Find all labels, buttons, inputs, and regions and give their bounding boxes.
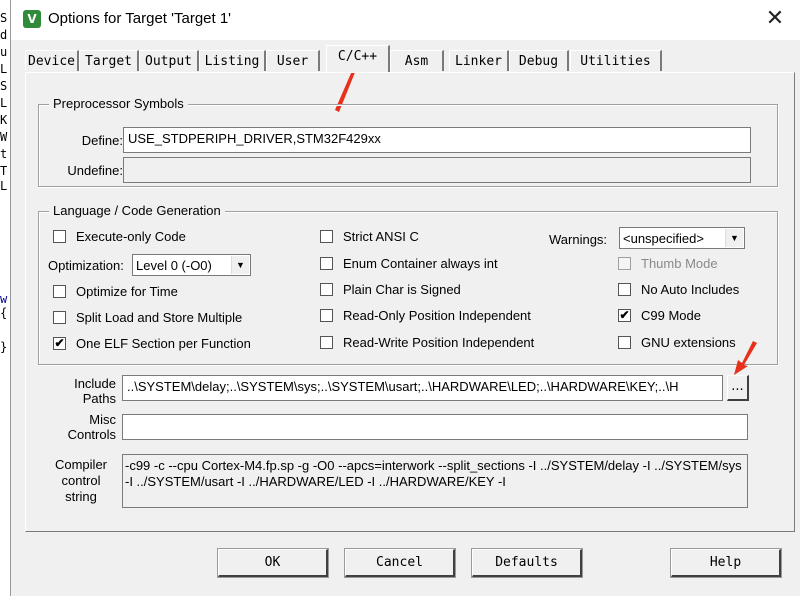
editor-glyph: T bbox=[0, 164, 8, 178]
close-icon[interactable]: ✕ bbox=[763, 7, 787, 31]
define-input[interactable]: USE_STDPERIPH_DRIVER,STM32F429xx bbox=[123, 127, 751, 153]
editor-glyph: d bbox=[0, 28, 8, 42]
misc-label-line2: Controls bbox=[67, 427, 116, 442]
enum-container-label: Enum Container always int bbox=[343, 256, 498, 271]
editor-glyph: u bbox=[0, 45, 8, 59]
undefine-input[interactable] bbox=[123, 157, 751, 183]
strict-ansi-label: Strict ANSI C bbox=[343, 229, 419, 244]
include-label-line2: Paths bbox=[82, 391, 116, 406]
include-label-line1: Include bbox=[74, 376, 116, 391]
strict-ansi-box bbox=[320, 230, 333, 243]
tab-linker[interactable]: Linker bbox=[449, 50, 509, 71]
chevron-down-icon: ▼ bbox=[725, 229, 743, 247]
gnu-extensions-box bbox=[618, 336, 631, 349]
help-button[interactable]: Help bbox=[670, 548, 782, 578]
misc-controls-input[interactable] bbox=[122, 414, 748, 440]
no-auto-includes-label: No Auto Includes bbox=[641, 282, 740, 297]
compiler-control-label: Compiler control string bbox=[46, 457, 116, 505]
thumb-mode-box bbox=[618, 257, 631, 270]
no-auto-includes-box bbox=[618, 283, 631, 296]
tab-asm[interactable]: Asm bbox=[390, 50, 444, 71]
read-only-pi-box bbox=[320, 309, 333, 322]
read-only-pi-label: Read-Only Position Independent bbox=[343, 308, 531, 323]
editor-glyph: } bbox=[0, 340, 8, 354]
optimization-value: Level 0 (-O0) bbox=[136, 258, 212, 273]
optimize-time-box bbox=[53, 285, 66, 298]
compiler-label-line3: string bbox=[65, 489, 97, 504]
codegen-group: Language / Code Generation Execute-only … bbox=[38, 203, 778, 365]
read-write-pi-label: Read-Write Position Independent bbox=[343, 335, 535, 350]
include-paths-label: Include Paths bbox=[46, 376, 116, 406]
undefine-label: Undefine: bbox=[67, 163, 123, 178]
optimize-time-label: Optimize for Time bbox=[76, 284, 178, 299]
optimization-label: Optimization: bbox=[48, 258, 124, 273]
plain-char-label: Plain Char is Signed bbox=[343, 282, 461, 297]
preprocessor-group-title: Preprocessor Symbols bbox=[49, 96, 188, 111]
compiler-control-string: -c99 -c --cpu Cortex-M4.fp.sp -g -O0 --a… bbox=[122, 454, 748, 508]
chevron-down-icon: ▼ bbox=[231, 256, 249, 274]
ok-button[interactable]: OK bbox=[217, 548, 329, 578]
keil-app-icon: V bbox=[23, 10, 41, 28]
editor-glyph: S bbox=[0, 11, 8, 25]
editor-glyph: t bbox=[0, 147, 8, 161]
plain-char-box bbox=[320, 283, 333, 296]
misc-label-line1: Misc bbox=[89, 412, 116, 427]
execute-only-box bbox=[53, 230, 66, 243]
cancel-button[interactable]: Cancel bbox=[344, 548, 456, 578]
tab-debug[interactable]: Debug bbox=[509, 50, 569, 71]
codegen-group-title: Language / Code Generation bbox=[49, 203, 225, 218]
editor-glyph: W bbox=[0, 130, 8, 144]
tab-c-cpp[interactable]: C/C++ bbox=[326, 45, 390, 72]
background-editor-strip: S d u L S L K W t T L w { } bbox=[0, 0, 10, 596]
tab-utilities[interactable]: Utilities bbox=[570, 50, 662, 71]
read-write-pi-box bbox=[320, 336, 333, 349]
warnings-label: Warnings: bbox=[549, 232, 608, 247]
editor-glyph: K bbox=[0, 113, 8, 127]
tab-device[interactable]: Device bbox=[25, 50, 79, 71]
tab-listing[interactable]: Listing bbox=[199, 50, 266, 71]
editor-glyph: w bbox=[0, 292, 8, 306]
c-cpp-tab-panel: Preprocessor Symbols Define: USE_STDPERI… bbox=[25, 72, 795, 532]
include-paths-input[interactable]: ..\SYSTEM\delay;..\SYSTEM\sys;..\SYSTEM\… bbox=[122, 375, 723, 401]
define-label: Define: bbox=[81, 133, 123, 148]
warnings-value: <unspecified> bbox=[623, 231, 704, 246]
misc-controls-label: Misc Controls bbox=[46, 412, 116, 442]
compiler-label-line1: Compiler bbox=[54, 457, 107, 472]
window-title: Options for Target 'Target 1' bbox=[48, 10, 232, 27]
preprocessor-group: Preprocessor Symbols Define: USE_STDPERI… bbox=[38, 96, 778, 187]
c99-mode-label: C99 Mode bbox=[641, 308, 701, 323]
thumb-mode-label: Thumb Mode bbox=[641, 256, 718, 271]
editor-glyph: L bbox=[0, 62, 8, 76]
enum-container-box bbox=[320, 257, 333, 270]
editor-glyph: L bbox=[0, 96, 8, 110]
title-bar: V Options for Target 'Target 1' ✕ bbox=[11, 0, 800, 40]
gnu-extensions-label: GNU extensions bbox=[641, 335, 736, 350]
options-dialog: V Options for Target 'Target 1' ✕ Device… bbox=[10, 0, 800, 596]
tab-target[interactable]: Target bbox=[79, 50, 139, 71]
editor-glyph: S bbox=[0, 79, 8, 93]
execute-only-label: Execute-only Code bbox=[76, 229, 186, 244]
warnings-select[interactable]: <unspecified> ▼ bbox=[619, 227, 745, 249]
annotation-arrow-icon bbox=[734, 341, 757, 375]
tab-user[interactable]: User bbox=[266, 50, 320, 71]
defaults-button[interactable]: Defaults bbox=[471, 548, 583, 578]
one-elf-label: One ELF Section per Function bbox=[76, 336, 251, 351]
editor-glyph: { bbox=[0, 306, 8, 320]
compiler-label-line2: control bbox=[61, 473, 101, 488]
tab-output[interactable]: Output bbox=[139, 50, 199, 71]
split-load-box bbox=[53, 311, 66, 324]
split-load-label: Split Load and Store Multiple bbox=[76, 310, 243, 325]
c99-mode-box: ✔ bbox=[618, 308, 631, 322]
optimization-select[interactable]: Level 0 (-O0) ▼ bbox=[132, 254, 251, 276]
editor-glyph: L bbox=[0, 179, 8, 193]
one-elf-box: ✔ bbox=[53, 336, 66, 350]
